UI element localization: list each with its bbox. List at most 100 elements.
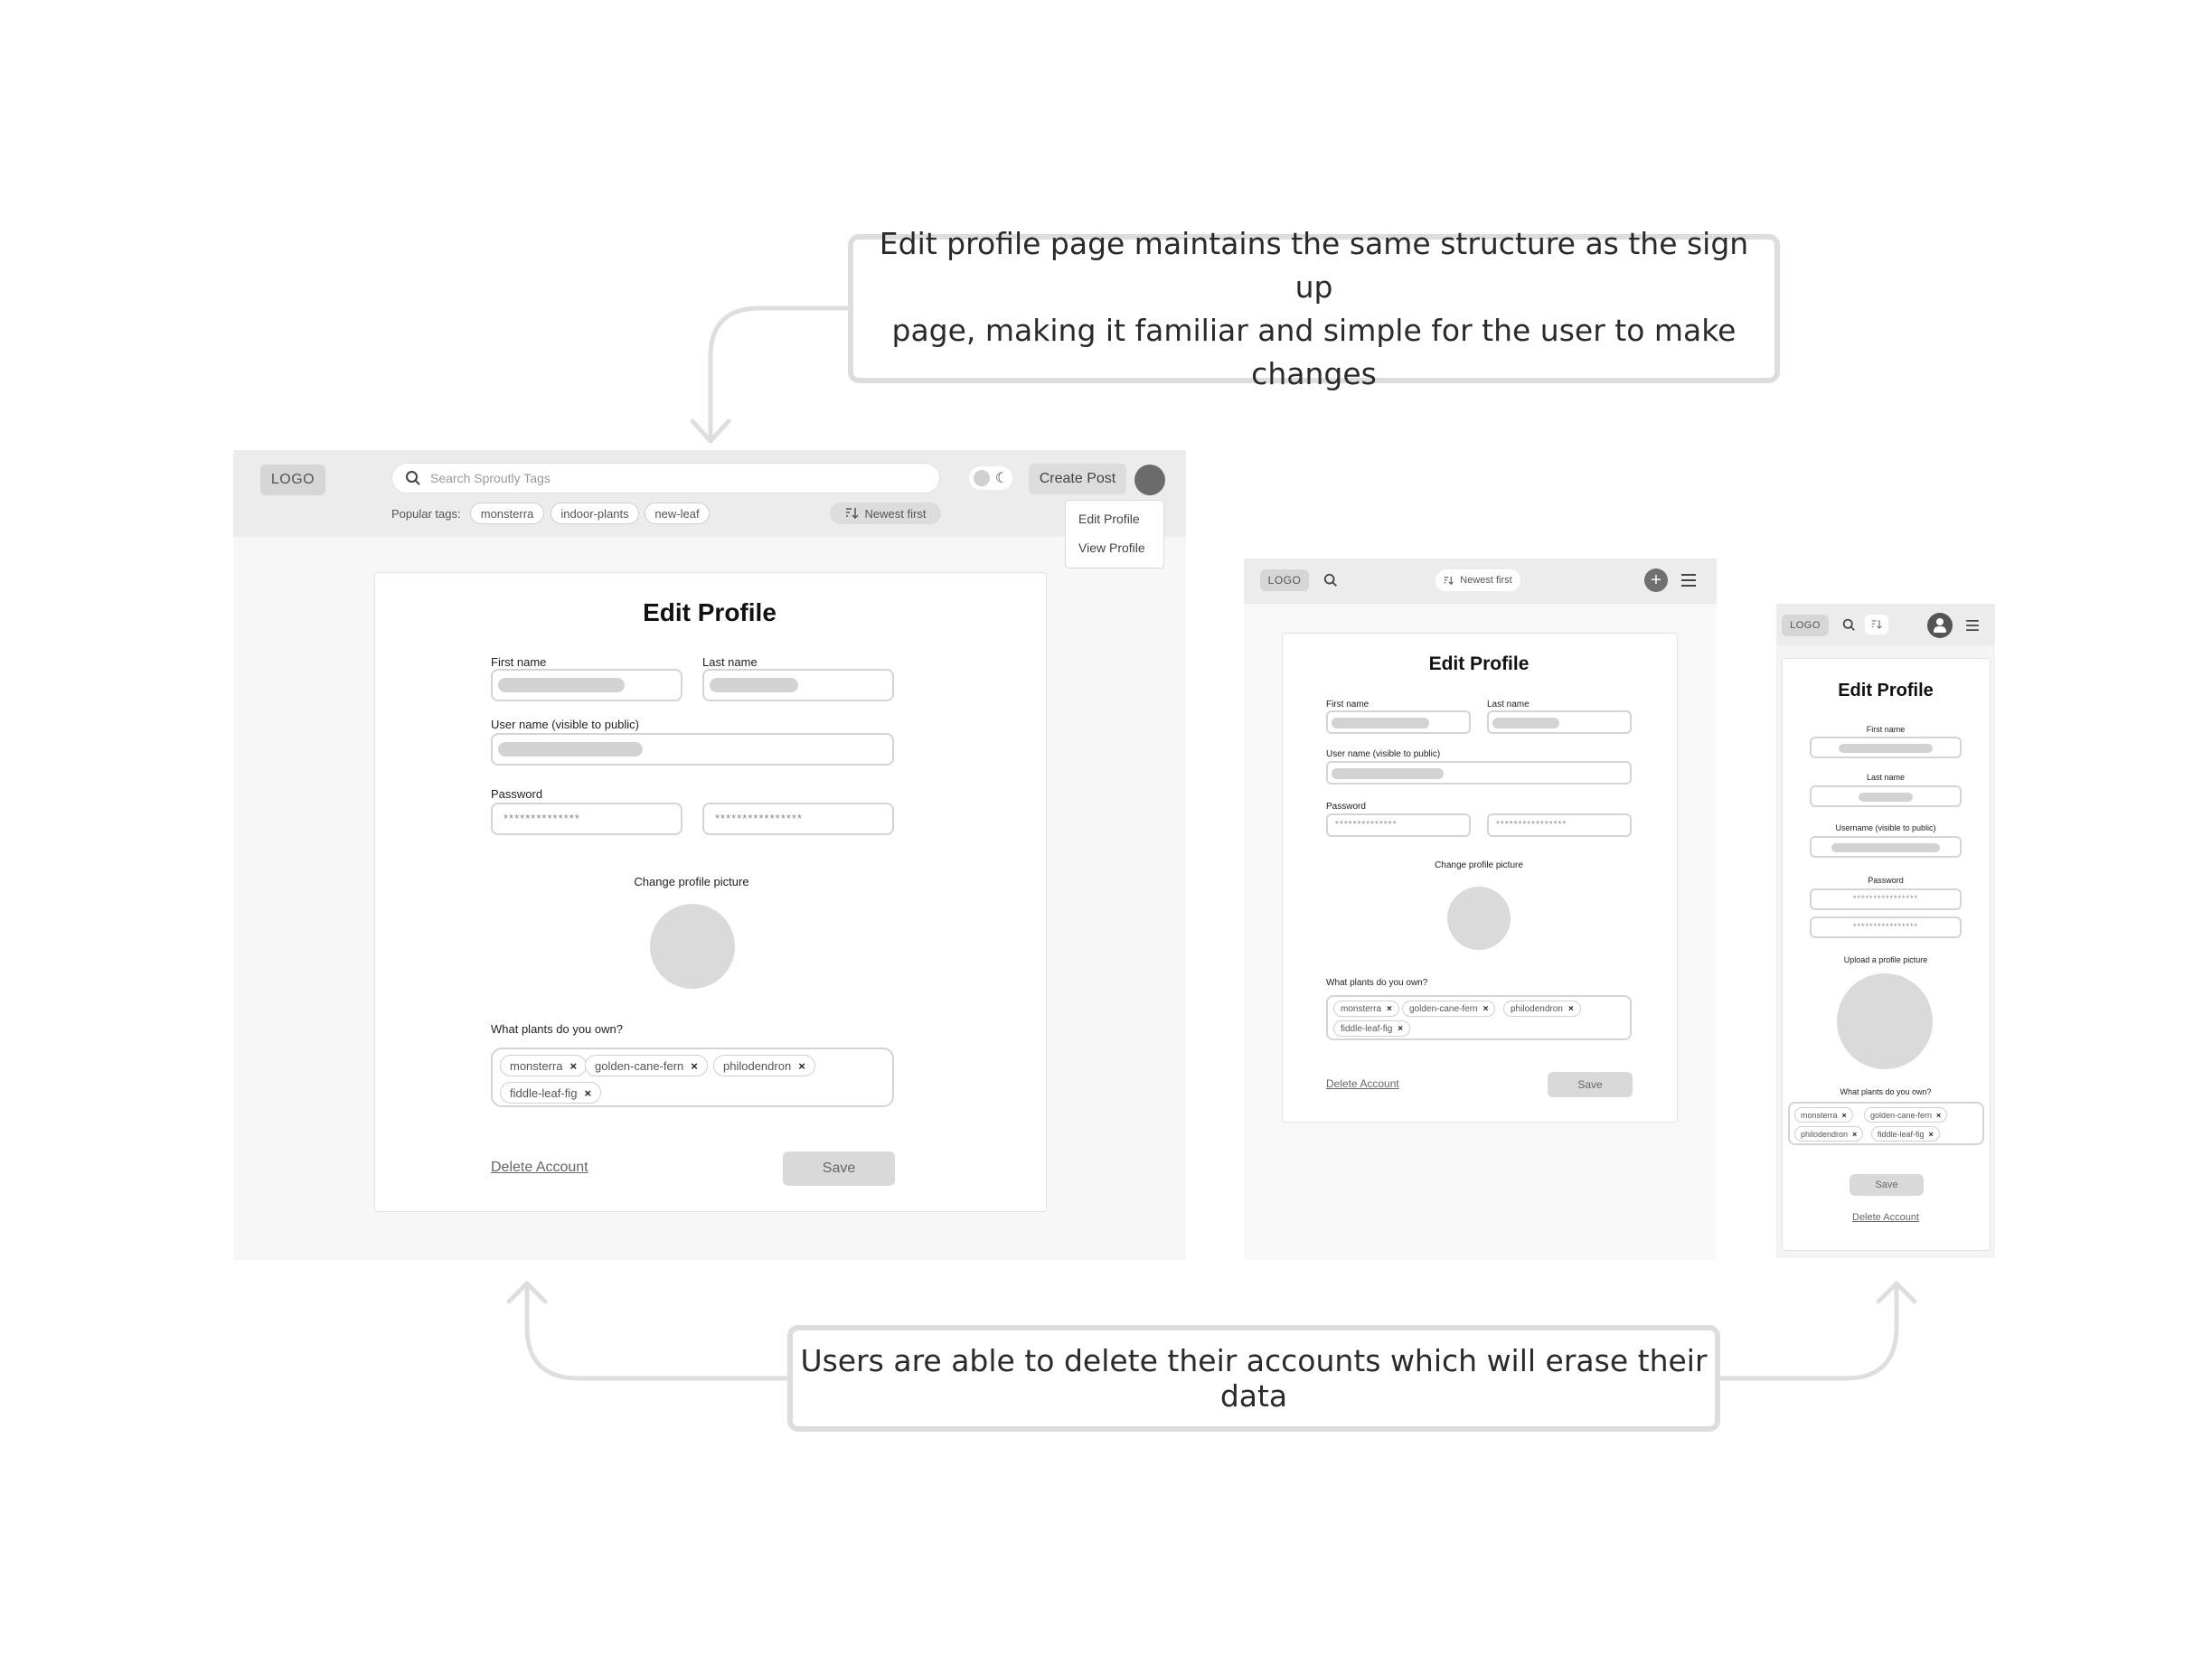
plant-chip-label: philodendron [1511,1003,1563,1014]
menu-view-profile[interactable]: View Profile [1078,540,1145,555]
plants-question: What plants do you own? [1840,1087,1932,1096]
plant-chip[interactable]: philodendron × [713,1055,815,1076]
add-post-icon[interactable]: + [1644,569,1668,592]
desktop-navbar: LOGO Search Sproutly Tags ☾ Create Post … [233,450,1186,537]
change-picture-label: Change profile picture [634,875,749,888]
first-name-label: First name [1866,725,1906,734]
remove-icon[interactable]: × [1483,1004,1489,1014]
page-title: Edit Profile [643,598,777,626]
create-post-button[interactable]: Create Post [1029,464,1126,494]
plant-chip[interactable]: fiddle-leaf-fig × [500,1082,602,1104]
delete-account-link[interactable]: Delete Account [1783,1212,1989,1223]
plant-chip[interactable]: philodendron × [1794,1126,1864,1142]
popular-tag-new-leaf[interactable]: new-leaf [645,503,710,524]
username-label: User name (visible to public) [491,718,640,731]
password-mask: **************** [1852,894,1919,903]
plants-tag-input[interactable]: monsterra × golden-cane-fern × philodendro… [1326,995,1632,1040]
password-mask: ************** [504,812,580,825]
plant-chip[interactable]: philodendron × [1503,1001,1581,1017]
plants-question: What plants do you own? [491,1022,623,1036]
account-icon[interactable] [1927,613,1953,638]
remove-icon[interactable]: × [1842,1111,1847,1120]
confirm-password-mask: **************** [1496,820,1567,830]
username-input[interactable] [1326,761,1632,785]
password-input[interactable]: **************** [1810,888,1962,910]
plant-chip[interactable]: golden-cane-fern × [585,1055,708,1076]
remove-icon[interactable]: × [798,1059,805,1073]
annotation-structure: Edit profile page maintains the same str… [848,226,1780,391]
plant-chip-label: monsterra [510,1058,563,1073]
remove-icon[interactable]: × [1929,1130,1934,1139]
search-icon[interactable] [1840,616,1857,633]
menu-edit-profile[interactable]: Edit Profile [1078,512,1140,526]
plant-chip[interactable]: monsterra × [500,1055,588,1076]
logo[interactable]: LOGO [260,465,325,495]
confirm-password-input[interactable]: **************** [1487,813,1632,837]
save-button[interactable]: Save [1850,1174,1924,1196]
profile-picture-upload[interactable] [650,904,735,989]
popular-tags-label: Popular tags: [391,507,461,521]
remove-icon[interactable]: × [570,1059,578,1073]
first-name-input[interactable] [1326,710,1471,734]
remove-icon[interactable]: × [1936,1111,1941,1120]
delete-account-link[interactable]: Delete Account [491,1160,588,1176]
plant-chip[interactable]: fiddle-leaf-fig × [1333,1020,1411,1037]
password-label: Password [1868,876,1904,885]
username-value [1332,768,1444,779]
last-name-input[interactable] [1487,710,1632,734]
theme-toggle[interactable]: ☾ [969,466,1012,490]
search-bar[interactable]: Search Sproutly Tags [391,463,940,493]
first-name-value [1332,718,1429,728]
save-button[interactable]: Save [783,1151,895,1186]
logo[interactable]: LOGO [1260,569,1309,591]
profile-picture-upload[interactable] [1837,973,1933,1069]
logo[interactable]: LOGO [1782,615,1829,636]
search-placeholder: Search Sproutly Tags [430,471,551,485]
remove-icon[interactable]: × [584,1086,591,1100]
remove-icon[interactable]: × [691,1059,698,1073]
remove-icon[interactable]: × [1398,1024,1403,1034]
plants-question: What plants do you own? [1326,978,1428,988]
sort-button[interactable] [1865,615,1888,634]
remove-icon[interactable]: × [1852,1130,1857,1139]
account-body [1934,626,1946,633]
last-name-label: Last name [1487,700,1530,710]
username-value [498,742,643,757]
plant-chip[interactable]: monsterra × [1333,1001,1399,1017]
plant-chip[interactable]: monsterra × [1794,1107,1853,1123]
plant-chip[interactable]: golden-cane-fern × [1402,1001,1496,1017]
sort-button[interactable]: Newest first [830,503,941,524]
remove-icon[interactable]: × [1568,1004,1574,1014]
first-name-input[interactable] [1810,737,1962,758]
plant-chip-label: fiddle-leaf-fig [1341,1023,1393,1034]
plant-chip[interactable]: golden-cane-fern × [1864,1107,1948,1123]
plants-tag-input[interactable]: monsterra × golden-cane-fern × philodendro… [1788,1102,1984,1145]
plants-tag-input[interactable]: monsterra × golden-cane-fern × philodendro… [491,1048,894,1107]
password-input[interactable]: ************** [1326,813,1471,837]
first-name-label: First name [1326,700,1370,710]
password-input[interactable]: ************** [491,803,682,835]
confirm-password-input[interactable]: **************** [702,803,894,835]
desktop-wireframe: LOGO Search Sproutly Tags ☾ Create Post … [233,450,1186,1260]
remove-icon[interactable]: × [1387,1004,1392,1014]
profile-picture-upload[interactable] [1447,887,1511,950]
last-name-input[interactable] [1810,785,1962,807]
search-icon[interactable] [1322,571,1340,589]
popular-tag-indoor-plants[interactable]: indoor-plants [551,503,639,524]
first-name-input[interactable] [491,669,682,701]
username-input[interactable] [1810,836,1962,858]
popular-tag-monsterra[interactable]: monsterra [470,503,544,524]
delete-account-link[interactable]: Delete Account [1326,1077,1399,1090]
menu-icon[interactable] [1679,570,1699,590]
username-label: Username (visible to public) [1835,823,1936,832]
plant-chip[interactable]: fiddle-leaf-fig × [1871,1126,1940,1142]
avatar[interactable] [1134,465,1165,495]
confirm-password-input[interactable]: **************** [1810,916,1962,938]
mobile-navbar: LOGO [1776,604,1995,645]
left-arrowhead [506,1281,548,1304]
last-name-input[interactable] [702,669,894,701]
menu-icon[interactable] [1963,616,1981,634]
save-button[interactable]: Save [1548,1072,1633,1097]
sort-button[interactable]: Newest first [1435,569,1520,591]
username-input[interactable] [491,733,894,766]
